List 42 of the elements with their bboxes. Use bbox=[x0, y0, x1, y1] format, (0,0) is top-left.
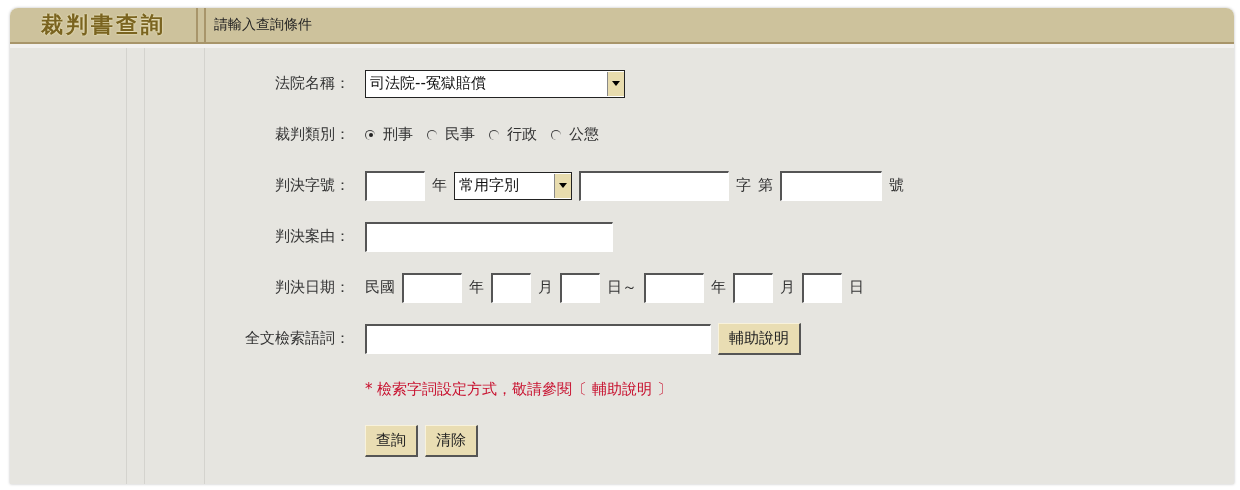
help-note: * 檢索字詞設定方式，敬請參閱〔 輔助說明 〕 bbox=[365, 380, 672, 399]
text-field[interactable] bbox=[365, 221, 613, 252]
form-button[interactable]: 清除 bbox=[425, 424, 478, 457]
field-label: 法院名稱： bbox=[275, 74, 350, 92]
field-label: 全文檢索語詞： bbox=[245, 329, 350, 347]
text-field[interactable] bbox=[644, 272, 704, 303]
field-label: 日～ bbox=[607, 278, 637, 297]
field-label: 年 bbox=[469, 278, 484, 297]
text-field[interactable] bbox=[733, 272, 773, 303]
field-label: 字 bbox=[736, 176, 751, 195]
field-label: 民國 bbox=[365, 278, 395, 297]
dropdown[interactable]: 司法院--冤獄賠償 bbox=[365, 69, 625, 98]
radio-option[interactable]: 行政 bbox=[489, 125, 537, 144]
form-button[interactable]: 輔助說明 bbox=[718, 322, 801, 355]
field-label: 號 bbox=[889, 176, 904, 195]
field-label: 年 bbox=[432, 176, 447, 195]
text-field[interactable] bbox=[402, 272, 462, 303]
text-field[interactable] bbox=[802, 272, 842, 303]
text-field[interactable] bbox=[365, 170, 425, 201]
caret-icon bbox=[559, 183, 567, 188]
field-label: 第 bbox=[758, 176, 773, 195]
page-subtitle: 請輸入查詢條件 bbox=[214, 16, 312, 34]
radio-option[interactable]: 民事 bbox=[427, 125, 475, 144]
text-field[interactable] bbox=[491, 272, 531, 303]
text-field[interactable] bbox=[579, 170, 729, 201]
field-label: 判決案由： bbox=[275, 227, 350, 245]
text-field[interactable] bbox=[780, 170, 882, 201]
field-label: 裁判類別： bbox=[275, 125, 350, 143]
radio-option[interactable]: 刑事 bbox=[365, 125, 413, 144]
page-title: 裁判書查詢 bbox=[39, 11, 167, 39]
caret-icon bbox=[612, 81, 620, 86]
radio-option[interactable]: 公懲 bbox=[551, 125, 599, 144]
field-label: 月 bbox=[780, 278, 795, 297]
text-field[interactable] bbox=[560, 272, 600, 303]
field-label: 年 bbox=[711, 278, 726, 297]
field-label: 日 bbox=[849, 278, 864, 297]
field-label: 判決日期： bbox=[275, 278, 350, 296]
text-field[interactable] bbox=[365, 323, 711, 354]
field-label: 判決字號： bbox=[275, 176, 350, 194]
field-label: 月 bbox=[538, 278, 553, 297]
dropdown[interactable]: 常用字別 bbox=[454, 171, 572, 200]
form-button[interactable]: 查詢 bbox=[365, 424, 418, 457]
